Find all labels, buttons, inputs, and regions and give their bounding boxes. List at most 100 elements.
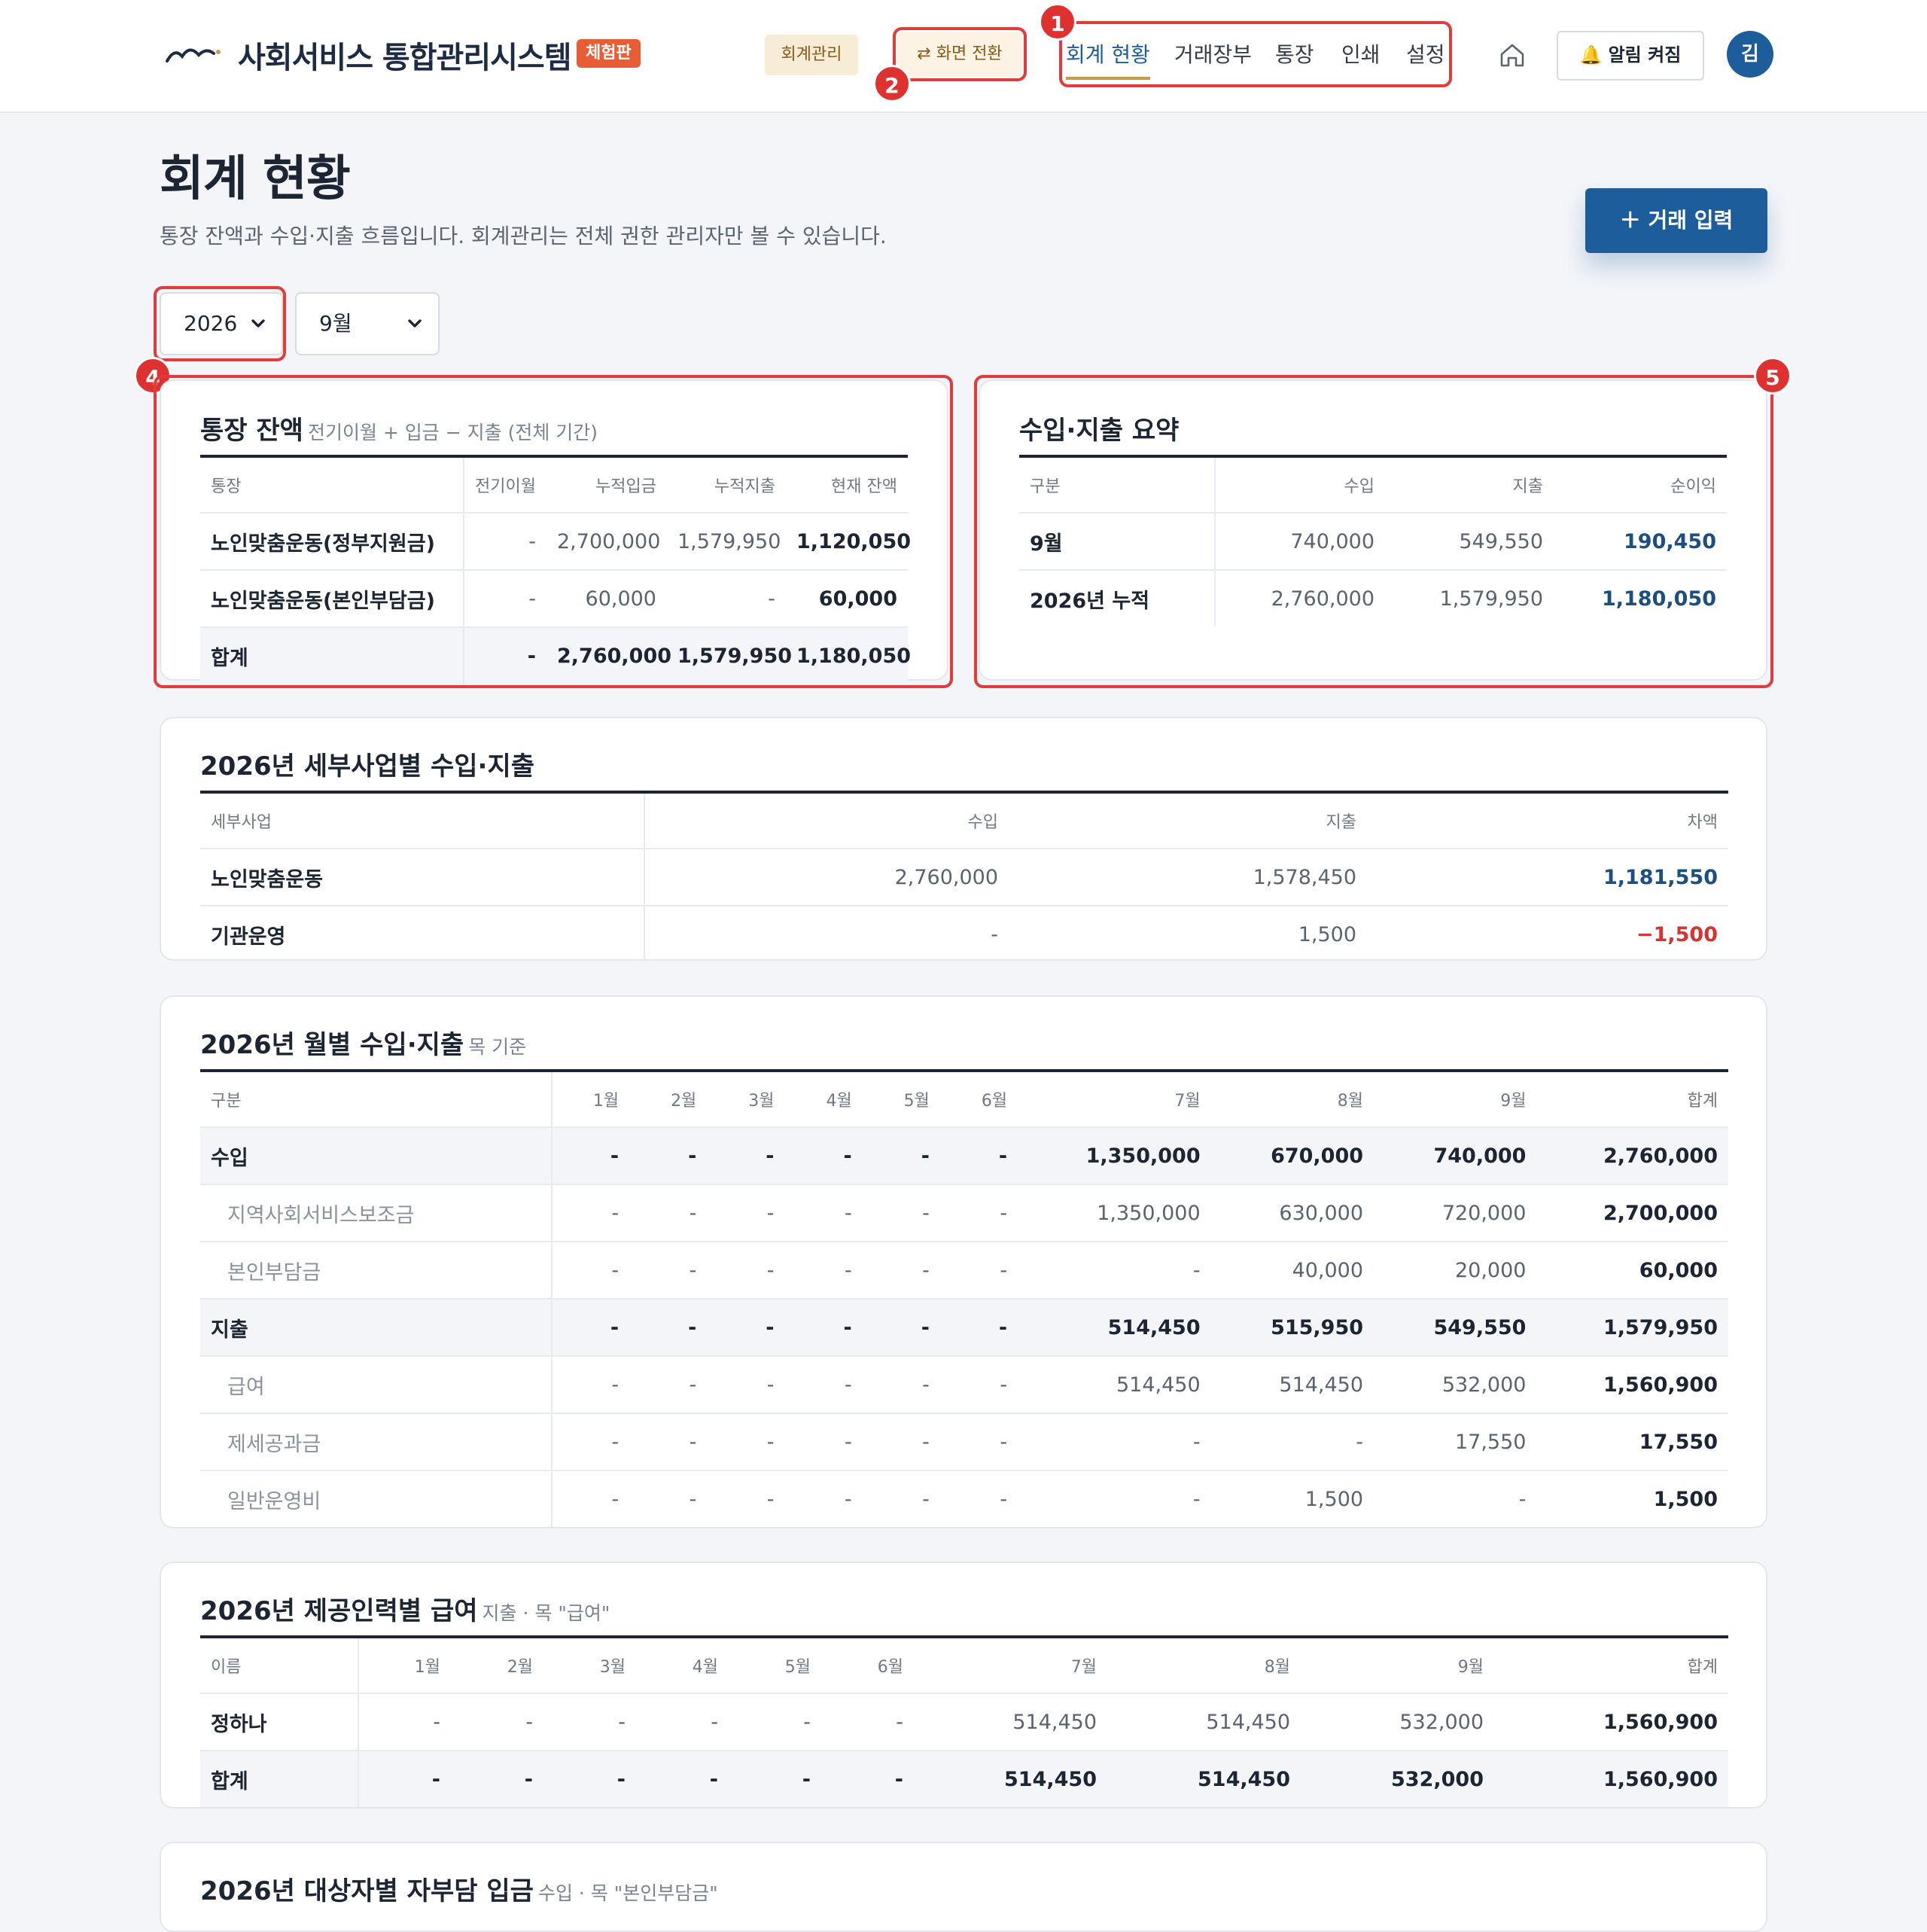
table-cell: - — [862, 1127, 940, 1185]
table-cell: - — [729, 1693, 821, 1751]
table-cell: - — [939, 1299, 1018, 1357]
table-row: 노인맞춤운동 2,760,000 1,578,450 1,181,550 — [200, 849, 1728, 907]
table-total-row: 합계 - - - - - -514,450 514,450 532,000 1,560,900 — [200, 1751, 1728, 1807]
highlight-box-summary — [974, 375, 1773, 688]
column-header: 9월 — [1374, 1071, 1537, 1128]
table-cell: - — [358, 1693, 451, 1751]
add-transaction-button[interactable]: ＋ 거래 입력 — [1585, 188, 1767, 253]
table-cell: - — [939, 1242, 1018, 1300]
highlight-box-balance — [154, 375, 953, 688]
table-cell: - — [551, 1413, 630, 1471]
table-header-row: 이름 1월 2월 3월 4월 5월 6월 7월 8월 9월 합계 — [200, 1637, 1728, 1694]
column-header: 6월 — [821, 1637, 914, 1694]
table-cell: 514,450 — [914, 1751, 1107, 1807]
column-header: 구분 — [200, 1071, 553, 1128]
column-header: 1월 — [358, 1637, 451, 1694]
column-header: 수입 — [644, 792, 1009, 849]
table-cell: - — [551, 1356, 630, 1414]
table-cell: - — [821, 1751, 914, 1807]
table-cell: - — [766, 1487, 775, 1511]
table-cell: - — [862, 1242, 940, 1300]
table-cell: - — [629, 1413, 708, 1471]
trial-badge: 체험판 — [577, 39, 641, 68]
table-cell: 630,000 — [1210, 1184, 1374, 1242]
month-select[interactable]: 9월 — [295, 292, 440, 355]
table-cell: - — [1000, 1487, 1008, 1511]
table-cell: 1,578,450 — [1009, 849, 1367, 907]
column-header: 2월 — [629, 1071, 708, 1128]
table-cell: 2,700,000 — [1536, 1184, 1728, 1242]
table-cell: 정하나 — [200, 1693, 359, 1751]
table-cell: 1,500 — [1304, 1487, 1364, 1511]
column-header: 차액 — [1367, 792, 1728, 849]
table-cell: 740,000 — [1374, 1127, 1537, 1185]
card-title: 2026년 제공인력별 급여 지출 · 목 "급여" — [200, 1590, 610, 1627]
self-payment-title: 2026년 대상자별 자부담 입금 — [200, 1876, 534, 1906]
table-cell: 532,000 — [1301, 1693, 1494, 1751]
table-cell: - — [939, 1184, 1018, 1242]
table-cell: - — [1192, 1487, 1201, 1511]
column-header: 7월 — [914, 1637, 1107, 1694]
user-avatar[interactable]: 김 — [1727, 31, 1773, 78]
table-cell: - — [629, 1356, 708, 1414]
table-cell: - — [636, 1751, 729, 1807]
table-cell: - — [784, 1184, 863, 1242]
table-cell: - — [844, 1487, 852, 1511]
notification-toggle-button[interactable]: 🔔 알림 켜짐 — [1557, 31, 1704, 81]
app-title[interactable]: 사회서비스 통합관리시스템 — [238, 33, 572, 77]
table-cell: - — [629, 1184, 708, 1242]
table-cell: 60,000 — [1536, 1242, 1728, 1300]
table-row: 지역사회서비스보조금 - - - - - -1,350,000 630,000 720,000 2… — [200, 1184, 1728, 1242]
table-cell: −1,500 — [1636, 922, 1718, 946]
home-icon[interactable] — [1498, 41, 1527, 69]
monthly-subtitle: 목 기준 — [468, 1036, 527, 1058]
table-cell: 1,560,900 — [1494, 1751, 1728, 1807]
table-cell: - — [629, 1242, 708, 1300]
column-header: 3월 — [707, 1071, 785, 1128]
table-cell: 40,000 — [1210, 1242, 1374, 1300]
table-cell: 549,550 — [1374, 1299, 1537, 1357]
table-cell: 1,560,900 — [1494, 1693, 1728, 1751]
table-cell: - — [451, 1693, 543, 1751]
table-cell: 20,000 — [1374, 1242, 1537, 1300]
card-title: 2026년 대상자별 자부담 입금 수입 · 목 "본인부담금" — [200, 1870, 718, 1907]
table-cell: 514,450 — [1210, 1356, 1374, 1414]
table-cell: 514,450 — [1018, 1299, 1211, 1357]
table-cell: 17,550 — [1374, 1413, 1537, 1471]
table-cell: 1,560,900 — [1536, 1356, 1728, 1414]
table-cell: 2,760,000 — [1536, 1127, 1728, 1185]
table-row: 본인부담금 - - - - - - -40,000 20,000 60,000 — [200, 1242, 1728, 1300]
column-header: 6월 — [939, 1071, 1018, 1128]
table-cell: - — [991, 922, 998, 946]
table-cell: - — [1018, 1242, 1211, 1300]
table-cell: 1,350,000 — [1018, 1184, 1211, 1242]
table-cell: - — [784, 1299, 863, 1357]
table-cell: 기관운영 — [200, 906, 645, 962]
table-row: 급여 - - - - - -514,450 514,450 532,000 1,560,900 — [200, 1356, 1728, 1414]
column-header: 8월 — [1210, 1071, 1374, 1128]
month-select-value: 9월 — [319, 311, 352, 336]
table-header-row: 구분 1월 2월 3월 4월 5월 6월 7월 8월 9월 합계 — [200, 1071, 1728, 1128]
table-cell: - — [939, 1413, 1018, 1471]
column-header: 합계 — [1536, 1071, 1728, 1128]
table-cell: - — [551, 1242, 630, 1300]
table-cell: 514,450 — [1107, 1751, 1301, 1807]
table-cell: 1,579,950 — [1536, 1299, 1728, 1357]
table-cell: - — [939, 1127, 1018, 1185]
monthly-table: 구분 1월 2월 3월 4월 5월 6월 7월 8월 9월 합계 수입 - - - - - -1,350,000… — [200, 1069, 1728, 1527]
highlight-box-switch — [893, 27, 1027, 81]
table-cell: - — [551, 1299, 630, 1357]
column-header: 5월 — [729, 1637, 821, 1694]
chevron-down-icon — [408, 319, 422, 328]
table-cell: - — [784, 1413, 863, 1471]
business-table: 세부사업 수입 지출 차액 노인맞춤운동 2,760,000 1,578,450… — [200, 791, 1728, 962]
salary-table: 이름 1월 2월 3월 4월 5월 6월 7월 8월 9월 합계 정하나 - - - - - -514,450 5… — [200, 1635, 1728, 1807]
card-title: 2026년 월별 수입·지출 목 기준 — [200, 1024, 526, 1061]
column-header: 세부사업 — [200, 792, 645, 849]
monthly-breakdown-card: 2026년 월별 수입·지출 목 기준 구분 1월 2월 3월 4월 5월 6월 7월 8월 9월 합… — [160, 995, 1767, 1528]
salary-subtitle: 지출 · 목 "급여" — [482, 1602, 610, 1624]
column-header: 4월 — [636, 1637, 729, 1694]
table-cell: 급여 — [200, 1356, 553, 1414]
table-cell: - — [1210, 1413, 1374, 1471]
column-header: 9월 — [1301, 1637, 1494, 1694]
